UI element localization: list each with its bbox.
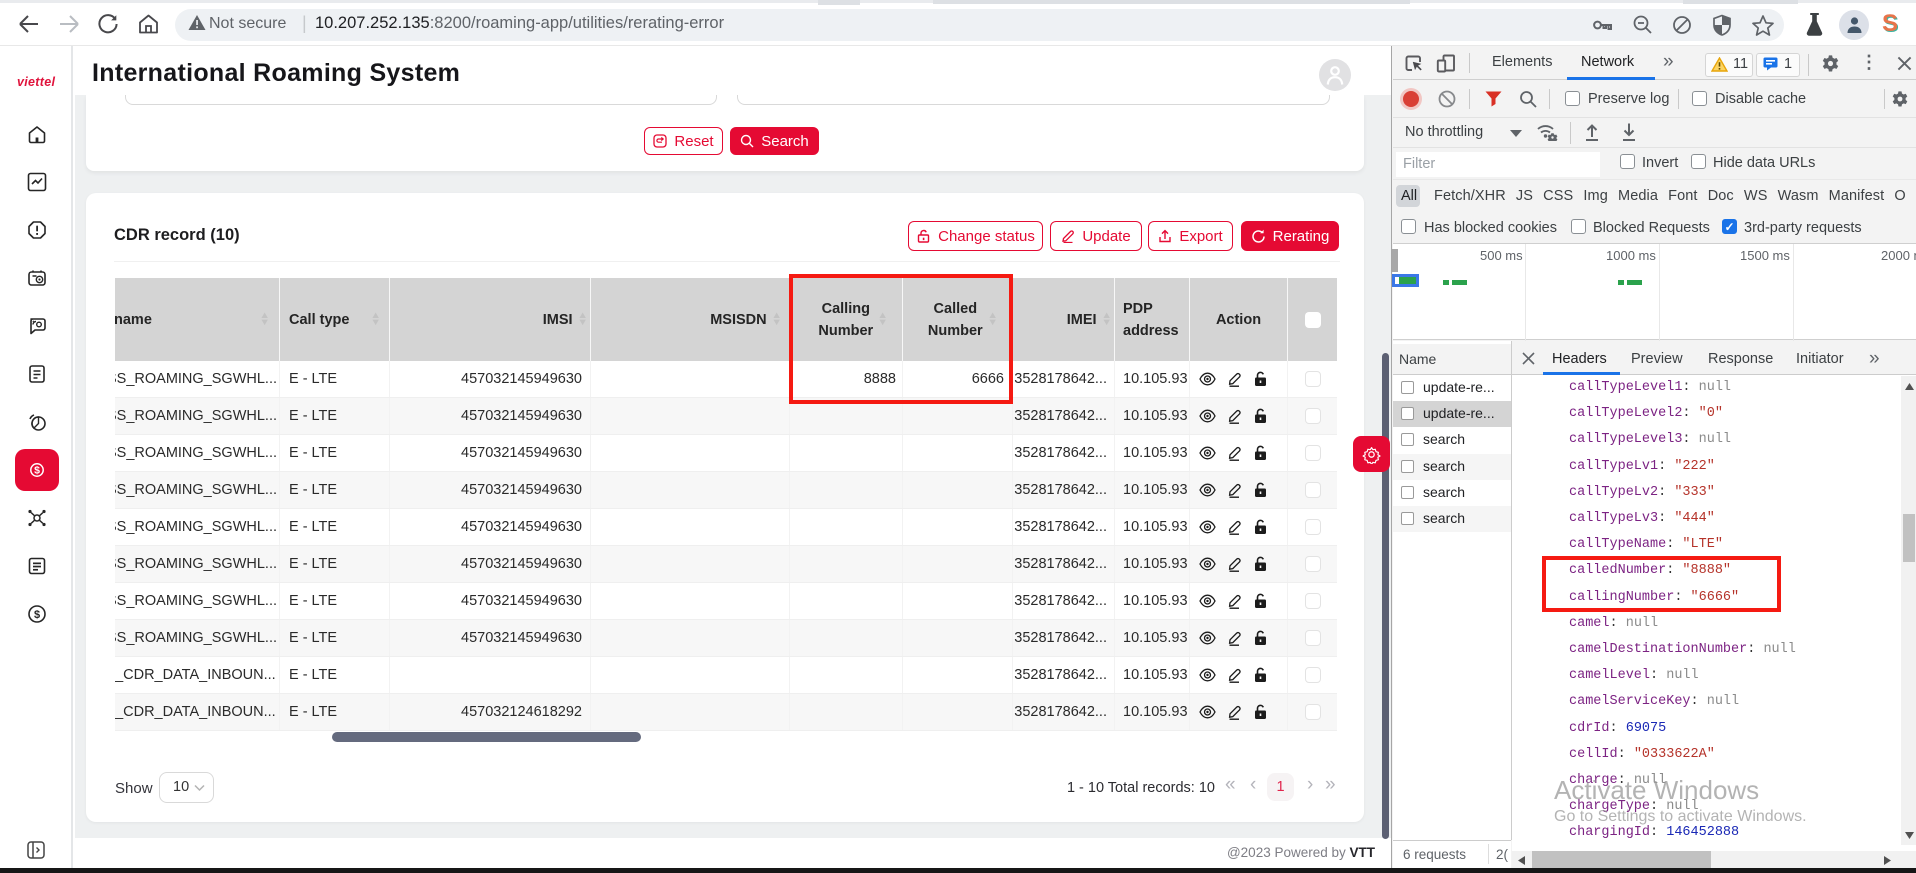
svg-text:$: $ [34, 465, 40, 477]
svg-text:$: $ [34, 609, 40, 621]
